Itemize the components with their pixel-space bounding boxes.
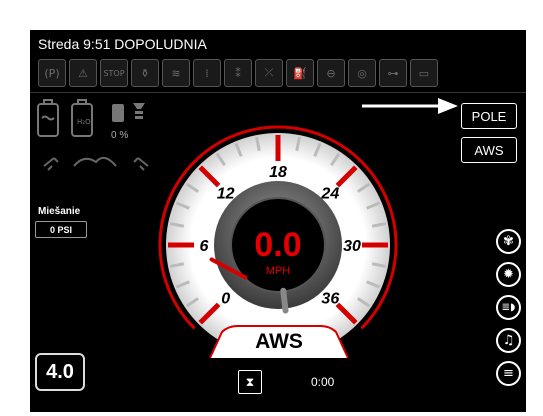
tick-label: 36 xyxy=(321,290,339,307)
mix-label: Miešanie xyxy=(38,206,81,217)
console-screen: Streda 9:51 DOPOLUDNIA (P) ⚠ STOP ⚱ ≋ ⁞ … xyxy=(30,30,526,412)
tick-label: 18 xyxy=(269,164,287,181)
engine-dpf-icon: ⁑ xyxy=(224,59,252,87)
boom-icon xyxy=(73,156,117,167)
def-icon: ⁞ xyxy=(193,59,221,87)
speedometer-needle-tail xyxy=(280,287,289,314)
chemical-icon xyxy=(112,104,124,122)
speed-value: 0.0 xyxy=(254,226,301,264)
svg-text:H₂O: H₂O xyxy=(77,118,91,126)
menu-icon[interactable]: ≡ xyxy=(496,361,521,386)
oil-icon: ◎ xyxy=(348,59,376,87)
coolant-temp-icon: ≋ xyxy=(162,59,190,87)
engine-icon: ⊖ xyxy=(317,59,345,87)
work-light-icon[interactable]: ✹ xyxy=(496,262,521,287)
steer-mode-label: AWS xyxy=(255,330,303,353)
fan-icon[interactable]: ✾ xyxy=(496,229,521,254)
speed-unit: MPH xyxy=(266,265,291,277)
annotation-arrow xyxy=(362,98,458,114)
timer-value: 0:00 xyxy=(311,375,335,389)
right-nozzle-icon xyxy=(133,157,149,171)
header-divider xyxy=(30,92,526,93)
music-icon[interactable]: ♫ xyxy=(496,328,521,353)
hopper-icon xyxy=(133,103,145,119)
hydraulic-icon: ⊶ xyxy=(379,59,407,87)
fluid-level-icons: H₂O xyxy=(37,99,145,137)
boom-status-icons xyxy=(43,156,149,171)
headlight-icon[interactable]: ≣◗ xyxy=(496,295,521,320)
tick-label: 30 xyxy=(343,238,361,255)
tank-icon: ▭ xyxy=(410,59,438,87)
left-nozzle-icon xyxy=(43,157,59,171)
hourglass-icon[interactable]: ⧗ xyxy=(238,370,262,394)
fuel-tank-icon xyxy=(37,103,59,137)
tick-label: 6 xyxy=(200,238,209,255)
aws-button[interactable]: AWS xyxy=(461,137,517,163)
tick-label: 0 xyxy=(221,290,230,307)
parking-brake-icon: (P) xyxy=(38,59,66,87)
gear-ratio-display[interactable]: 4.0 xyxy=(35,353,85,391)
warning-icon: ⚠ xyxy=(69,59,97,87)
filter-icon: ⚱ xyxy=(131,59,159,87)
fuel-icon: ⛽ xyxy=(286,59,314,87)
status-title: Streda 9:51 DOPOLUDNIA xyxy=(38,36,207,52)
tick-label: 12 xyxy=(217,186,235,203)
mix-pressure-value: 0 PSI xyxy=(35,221,87,238)
stop-icon: STOP xyxy=(100,59,128,87)
pole-button[interactable]: POLE xyxy=(461,103,517,129)
chemical-percent: 0 % xyxy=(111,130,129,141)
dpf-disabled-icon: ⤫ xyxy=(255,59,283,87)
